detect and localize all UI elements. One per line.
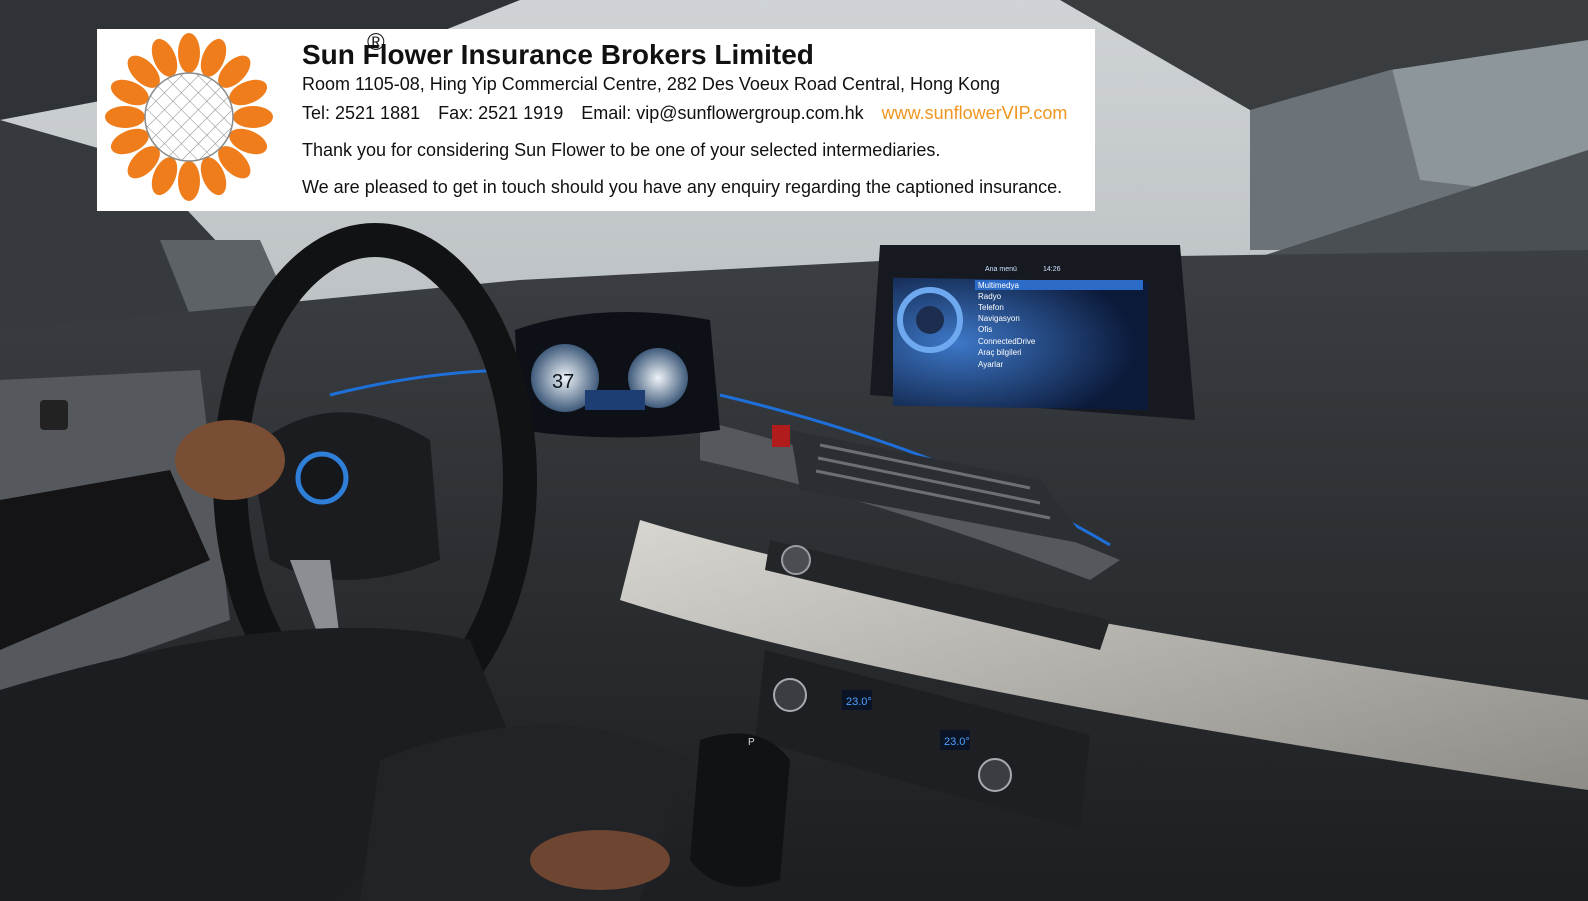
company-banner: ® Sun Flower Insurance Brokers Limited R… [97, 29, 1095, 211]
contact-line: Tel: 2521 1881 Fax: 2521 1919 Email: vip@s… [302, 103, 1067, 124]
thank-you-message: Thank you for considering Sun Flower to … [302, 140, 941, 160]
screen-menu-item: Navigasyon [978, 314, 1020, 323]
cluster-speed: 37 [552, 371, 574, 393]
tel-text: Tel: 2521 1881 [302, 103, 421, 123]
screen-menu-item: Araç bilgileri [978, 348, 1022, 357]
gear-label: P [748, 737, 755, 748]
screen-menu-item: ConnectedDrive [978, 337, 1036, 346]
screen-header: Ana menü [985, 266, 1017, 273]
screen-menu-item: Radyo [978, 292, 1002, 301]
sunflower-logo-icon [105, 33, 273, 201]
logo-petal [178, 161, 200, 201]
fax-text: Fax: 2521 1919 [438, 103, 564, 123]
logo-petal [178, 33, 200, 73]
logo-petal [233, 106, 273, 128]
screen-time: 14:26 [1043, 266, 1061, 273]
website-link[interactable]: www.sunflowerVIP.com [882, 103, 1068, 123]
screen-menu-item: Multimedya [978, 281, 1019, 290]
temp-left: 23.0° [846, 696, 872, 708]
temp-right: 23.0° [944, 736, 970, 748]
email-text[interactable]: Email: vip@sunflowergroup.com.hk [581, 103, 863, 123]
screen-menu-item: Ofis [978, 325, 992, 334]
enquiry-message: We are pleased to get in touch should yo… [302, 177, 1063, 197]
screen-menu-item: Ayarlar [978, 360, 1004, 369]
screen-menu-item: Telefon [978, 303, 1004, 312]
company-address: Room 1105-08, Hing Yip Commercial Centre… [302, 74, 1001, 94]
logo-petal [105, 106, 145, 128]
company-name: Sun Flower Insurance Brokers Limited [302, 39, 814, 70]
